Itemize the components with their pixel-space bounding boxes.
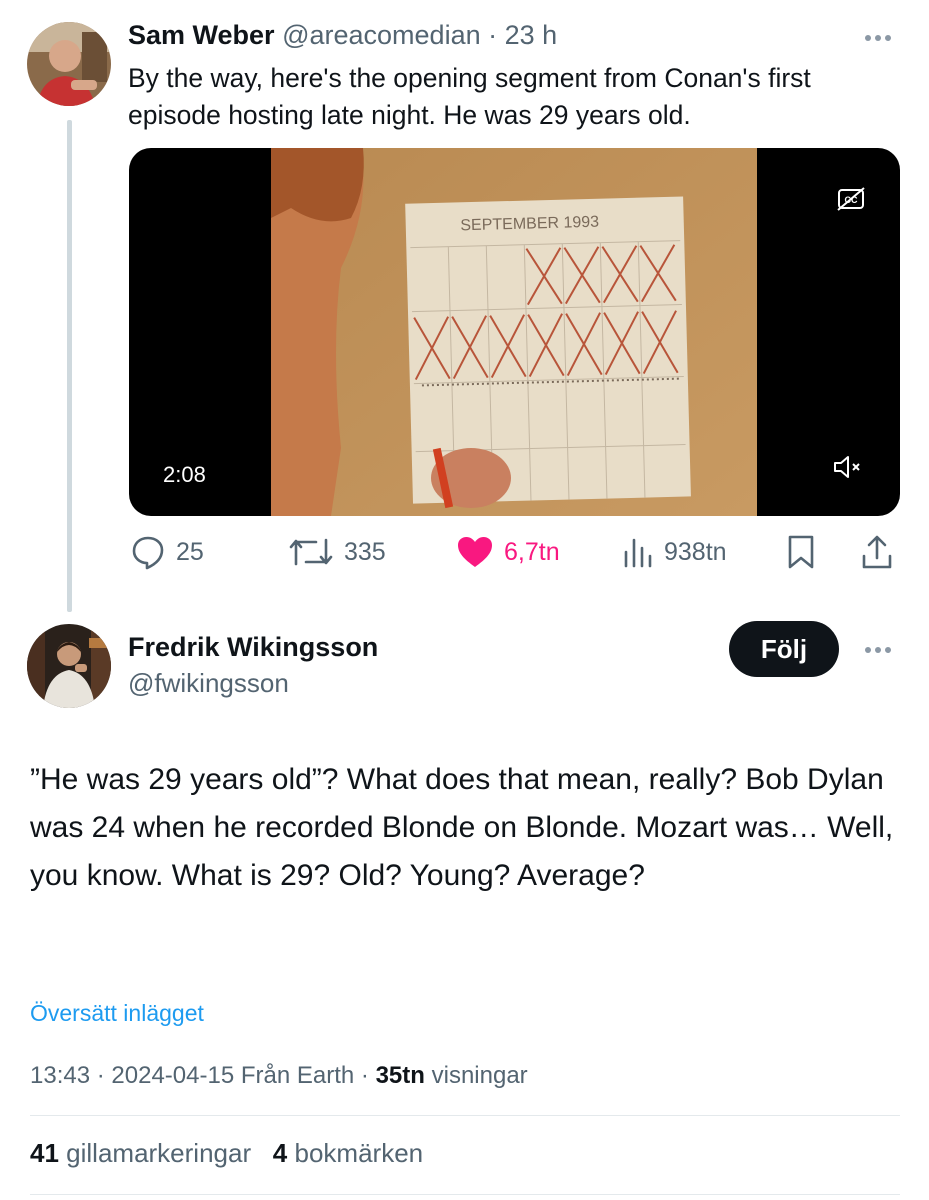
- reply-count: 25: [176, 537, 204, 566]
- video-player[interactable]: SEPTEMBER 1993 2:08: [129, 148, 900, 516]
- header-separator: ·: [488, 20, 498, 50]
- meta-separator: ·: [360, 1062, 369, 1089]
- likes-count: 41: [30, 1138, 59, 1168]
- repost-icon: [289, 538, 333, 566]
- meta-separator: ·: [96, 1062, 105, 1089]
- bookmark-button[interactable]: [786, 532, 816, 572]
- translate-link[interactable]: Översätt inlägget: [30, 1000, 204, 1027]
- like-icon: [458, 537, 492, 567]
- author-name[interactable]: Sam Weber: [128, 20, 275, 50]
- reply-button[interactable]: 25: [130, 532, 204, 572]
- views-label: visningar: [431, 1062, 528, 1089]
- author-handle[interactable]: @areacomedian: [282, 20, 481, 50]
- tweet-time[interactable]: 23 h: [505, 20, 558, 50]
- like-count: 6,7tn: [504, 537, 560, 566]
- volume-muted-icon[interactable]: [832, 454, 866, 480]
- bookmark-icon: [788, 535, 814, 569]
- tweet1-text-line2: episode hosting late night. He was 29 ye…: [128, 100, 691, 130]
- author-name[interactable]: Fredrik Wikingsson: [128, 632, 378, 663]
- divider: [30, 1194, 900, 1195]
- bookmarks-label: bokmärken: [294, 1138, 424, 1168]
- tweet-date[interactable]: 2024-04-15: [111, 1062, 234, 1089]
- follow-button[interactable]: Följ: [729, 621, 839, 677]
- tweet1-actions: 25 335 6,7tn 938tn: [128, 532, 900, 572]
- views-button[interactable]: 938tn: [622, 532, 727, 572]
- views-count: 35tn: [375, 1062, 425, 1089]
- likes-stat[interactable]: 41 gillamarkeringar: [30, 1138, 251, 1168]
- tweet1-text-line1: By the way, here's the opening segment f…: [128, 63, 811, 93]
- calendar-title: SEPTEMBER 1993: [460, 214, 599, 235]
- like-button[interactable]: 6,7tn: [456, 532, 560, 572]
- bookmarks-stat[interactable]: 4 bokmärken: [273, 1138, 423, 1168]
- video-frame: SEPTEMBER 1993: [271, 148, 757, 516]
- more-icon[interactable]: [858, 640, 898, 660]
- share-icon: [862, 535, 892, 569]
- share-button[interactable]: [860, 532, 894, 572]
- tweet-meta: 13:43 · 2024-04-15 Från Earth · 35tn vis…: [30, 1062, 528, 1090]
- likes-label: gillamarkeringar: [66, 1138, 252, 1168]
- views-icon: [624, 538, 652, 568]
- reply-icon: [132, 536, 164, 570]
- tweet-source: Från Earth: [240, 1062, 355, 1089]
- thread-line: [67, 120, 72, 612]
- tweet-time[interactable]: 13:43: [30, 1062, 90, 1089]
- tweet1-header: Sam Weber @areacomedian · 23 h: [128, 20, 557, 51]
- author-handle[interactable]: @fwikingsson: [128, 668, 289, 699]
- repost-count: 335: [344, 537, 386, 566]
- avatar-sam-weber[interactable]: [27, 22, 111, 106]
- avatar-fredrik-wikingsson[interactable]: [27, 624, 111, 708]
- tweet2-text: ”He was 29 years old”? What does that me…: [30, 763, 894, 892]
- views-count: 938tn: [664, 537, 727, 566]
- captions-off-icon[interactable]: CC: [836, 186, 866, 212]
- more-icon[interactable]: [858, 28, 898, 48]
- tweet-stats: 41 gillamarkeringar 4 bokmärken: [30, 1138, 423, 1169]
- tweet1-text: By the way, here's the opening segment f…: [128, 60, 908, 134]
- video-duration: 2:08: [151, 456, 218, 494]
- divider: [30, 1115, 900, 1116]
- repost-button[interactable]: 335: [288, 532, 386, 572]
- bookmarks-count: 4: [272, 1138, 288, 1168]
